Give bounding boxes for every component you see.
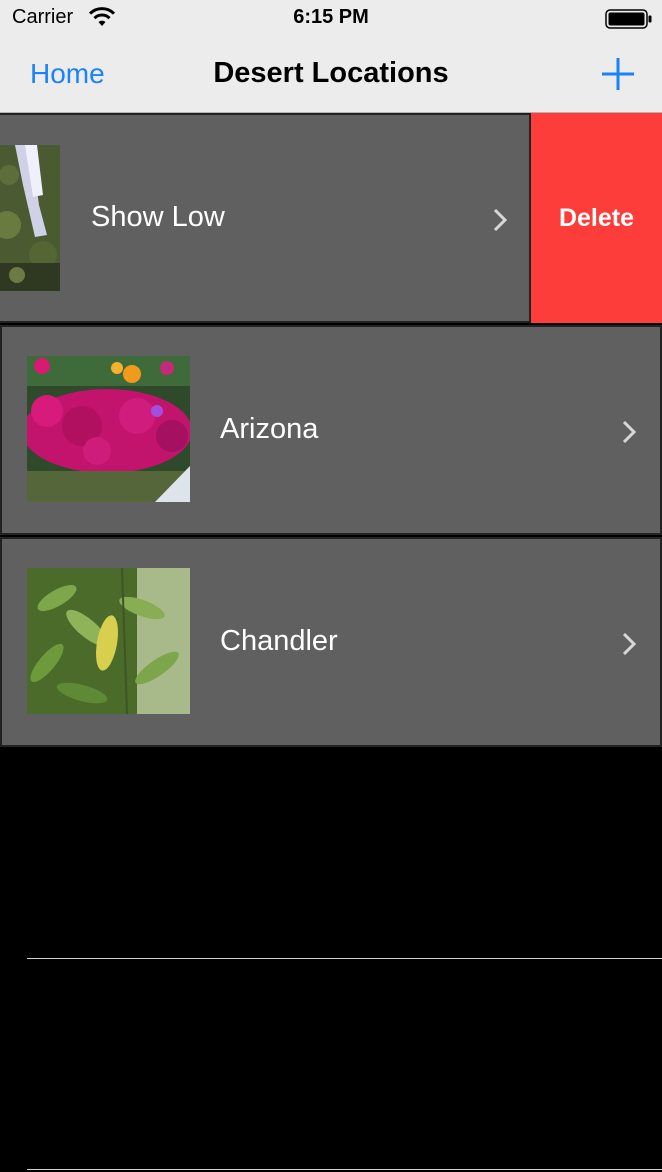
table-row-content[interactable]: Chandler: [0, 537, 662, 747]
table-row[interactable]: Chandler: [0, 537, 662, 747]
status-bar: Carrier 6:15 PM: [0, 0, 662, 40]
location-thumbnail: [0, 145, 60, 291]
leaves-photo: [27, 568, 190, 714]
flowers-photo: [27, 356, 190, 502]
location-thumbnail: [27, 568, 190, 714]
plus-icon[interactable]: [600, 56, 636, 92]
row-label: Show Low: [91, 201, 225, 233]
table-row-content[interactable]: Arizona: [0, 325, 662, 535]
row-label: Arizona: [220, 413, 319, 445]
location-thumbnail: [27, 356, 190, 502]
table-row[interactable]: Arizona: [0, 325, 662, 535]
chevron-right-icon: [622, 420, 637, 444]
chevron-right-icon: [622, 632, 637, 656]
row-separator: [27, 958, 662, 959]
row-label: Chandler: [220, 625, 338, 657]
waterfall-photo: [0, 145, 60, 291]
row-separator: [27, 1169, 662, 1170]
navigation-bar: Home Desert Locations: [0, 40, 662, 112]
status-time: 6:15 PM: [293, 6, 369, 28]
delete-button[interactable]: Delete: [531, 113, 662, 323]
app-screen: Carrier 6:15 PM Home Desert Locations Sh…: [0, 0, 662, 1172]
page-title: Desert Locations: [213, 57, 449, 89]
chevron-right-icon: [493, 208, 508, 232]
table-row-content[interactable]: Show Low: [0, 113, 531, 323]
battery-icon: [605, 9, 652, 29]
table-row[interactable]: Show Low Delete: [0, 113, 662, 323]
top-bar: Carrier 6:15 PM Home Desert Locations: [0, 0, 662, 113]
